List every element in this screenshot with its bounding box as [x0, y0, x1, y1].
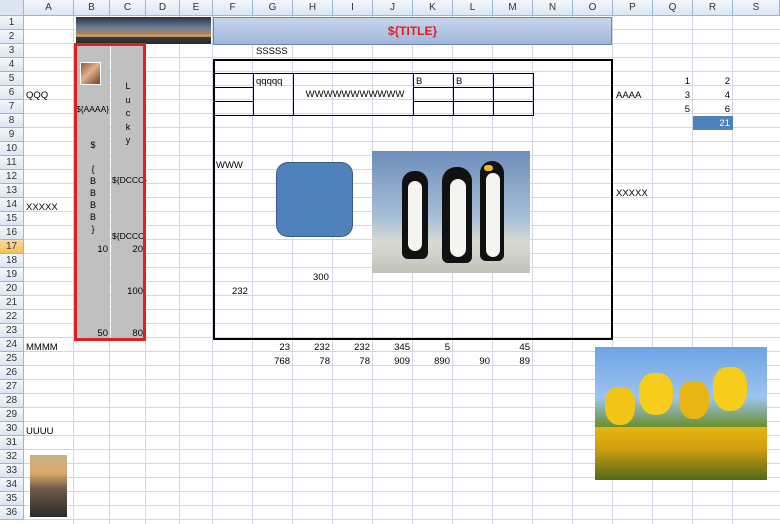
cell-r7[interactable]: 6 [694, 103, 730, 117]
row-header-30[interactable]: 30 [0, 422, 24, 436]
row-header-3[interactable]: 3 [0, 44, 24, 58]
row-header-16[interactable]: 16 [0, 226, 24, 240]
row25-cell-2[interactable]: 78 [333, 355, 370, 369]
cell-q5[interactable]: 1 [654, 75, 690, 89]
title-band[interactable]: ${TITLE} [213, 17, 612, 45]
cell-f11[interactable]: WWW [216, 159, 243, 173]
row-header-9[interactable]: 9 [0, 128, 24, 142]
row-header-22[interactable]: 22 [0, 310, 24, 324]
row-header-20[interactable]: 20 [0, 282, 24, 296]
row-header-31[interactable]: 31 [0, 436, 24, 450]
column-header-r[interactable]: R [693, 0, 733, 16]
column-header-m[interactable]: M [493, 0, 533, 16]
row-header-14[interactable]: 14 [0, 198, 24, 212]
column-header-s[interactable]: S [733, 0, 780, 16]
cell-p6[interactable]: AAAA [616, 89, 641, 103]
row-header-27[interactable]: 27 [0, 380, 24, 394]
cell-r5[interactable]: 2 [694, 75, 730, 89]
row24-cell-3[interactable]: 345 [373, 341, 410, 355]
row-header-6[interactable]: 6 [0, 86, 24, 100]
row-header-28[interactable]: 28 [0, 394, 24, 408]
row-header-19[interactable]: 19 [0, 268, 24, 282]
column-header-c[interactable]: C [110, 0, 146, 16]
column-header-n[interactable]: N [533, 0, 573, 16]
cell-a30[interactable]: UUUU [26, 425, 53, 439]
column-header-h[interactable]: H [293, 0, 333, 16]
row-header-26[interactable]: 26 [0, 366, 24, 380]
banner-landscape-image[interactable] [76, 17, 211, 44]
cell-k5[interactable]: B [416, 75, 422, 89]
row-header-34[interactable]: 34 [0, 478, 24, 492]
cell-a24[interactable]: MMMM [26, 341, 58, 355]
row25-cell-5[interactable]: 90 [453, 355, 490, 369]
row-header-24[interactable]: 24 [0, 338, 24, 352]
select-all-corner[interactable] [0, 0, 24, 16]
row24-cell-0[interactable]: 23 [253, 341, 290, 355]
row-header-11[interactable]: 11 [0, 156, 24, 170]
row25-cell-0[interactable]: 768 [253, 355, 290, 369]
row24-cell-1[interactable]: 232 [293, 341, 330, 355]
cell-f20[interactable]: 232 [232, 285, 248, 299]
row-header-29[interactable]: 29 [0, 408, 24, 422]
row-header-12[interactable]: 12 [0, 170, 24, 184]
row-header-4[interactable]: 4 [0, 58, 24, 72]
column-header-j[interactable]: J [373, 0, 413, 16]
row-header-2[interactable]: 2 [0, 30, 24, 44]
row-header-8[interactable]: 8 [0, 114, 24, 128]
row-header-1[interactable]: 1 [0, 16, 24, 30]
column-header-a[interactable]: A [24, 0, 74, 16]
row24-cell-2[interactable]: 232 [333, 341, 370, 355]
row-header-18[interactable]: 18 [0, 254, 24, 268]
row25-cell-4[interactable]: 890 [413, 355, 450, 369]
row-header-33[interactable]: 33 [0, 464, 24, 478]
row-header-36[interactable]: 36 [0, 506, 24, 520]
column-header-e[interactable]: E [180, 0, 213, 16]
column-header-o[interactable]: O [573, 0, 613, 16]
red-highlight-frame [74, 43, 146, 341]
cell-a14[interactable]: XXXXX [26, 201, 58, 215]
column-header-k[interactable]: K [413, 0, 453, 16]
cell-a6[interactable]: QQQ [26, 89, 48, 103]
row24-cell-4[interactable]: 5 [413, 341, 450, 355]
row24-cell-5[interactable] [453, 341, 490, 355]
row25-cell-3[interactable]: 909 [373, 355, 410, 369]
row-header-21[interactable]: 21 [0, 296, 24, 310]
cell-h6[interactable]: WWWWWWWWWWW [296, 88, 414, 102]
row-header-5[interactable]: 5 [0, 72, 24, 86]
row-header-7[interactable]: 7 [0, 100, 24, 114]
row25-cell-6[interactable]: 89 [493, 355, 530, 369]
cell-p13[interactable]: XXXXX [616, 187, 648, 201]
row-header-13[interactable]: 13 [0, 184, 24, 198]
cell-q7[interactable]: 5 [654, 103, 690, 117]
cell-q6[interactable]: 3 [654, 89, 690, 103]
rounded-rectangle-shape[interactable] [276, 162, 353, 237]
column-header-p[interactable]: P [613, 0, 653, 16]
row-header-32[interactable]: 32 [0, 450, 24, 464]
row-header-17[interactable]: 17 [0, 240, 24, 254]
row-header-15[interactable]: 15 [0, 212, 24, 226]
castle-photo-image[interactable] [30, 455, 67, 517]
cell-h19[interactable]: 300 [313, 271, 329, 285]
column-header-d[interactable]: D [146, 0, 180, 16]
title-placeholder: ${TITLE} [387, 24, 438, 38]
row25-cell-1[interactable]: 78 [293, 355, 330, 369]
cell-g5[interactable]: qqqqq [256, 75, 282, 89]
column-header-b[interactable]: B [74, 0, 110, 16]
row-header-35[interactable]: 35 [0, 492, 24, 506]
cell-r6[interactable]: 4 [694, 89, 730, 103]
row-header-25[interactable]: 25 [0, 352, 24, 366]
column-header-f[interactable]: F [213, 0, 253, 16]
row24-cell-6[interactable]: 45 [493, 341, 530, 355]
cell-g3[interactable]: SSSSS [256, 45, 288, 59]
column-header-l[interactable]: L [453, 0, 493, 16]
column-header-q[interactable]: Q [653, 0, 693, 16]
tulips-photo-image[interactable] [595, 347, 767, 480]
column-header-g[interactable]: G [253, 0, 293, 16]
cell-r8[interactable]: 21 [694, 117, 730, 131]
cell-l5[interactable]: B [456, 75, 462, 89]
column-header-i[interactable]: I [333, 0, 373, 16]
penguins-photo-image[interactable] [372, 151, 530, 273]
row-header-23[interactable]: 23 [0, 324, 24, 338]
row-header-10[interactable]: 10 [0, 142, 24, 156]
